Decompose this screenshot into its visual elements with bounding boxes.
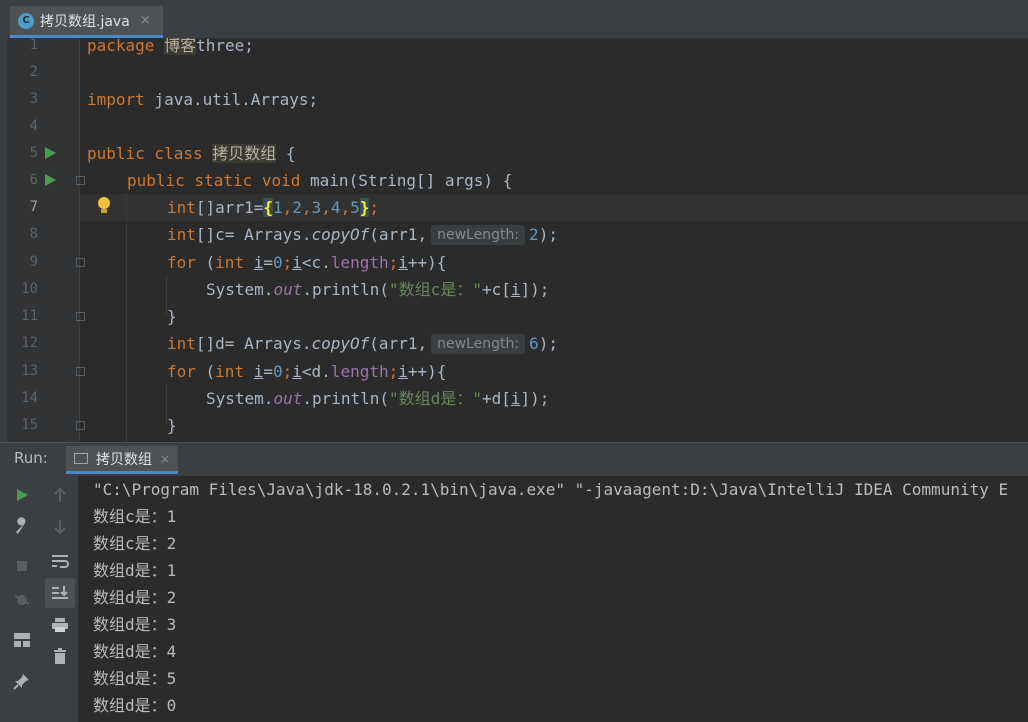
up-arrow-icon[interactable] (48, 483, 72, 507)
tab-close-icon[interactable]: × (140, 13, 151, 28)
run-icon[interactable] (45, 174, 56, 186)
code-line-1: package 博客three; (87, 38, 254, 55)
pin-icon[interactable] (10, 669, 34, 693)
code-line-14: System.out.println("数组d是："+d[i]); (206, 389, 550, 408)
code-line-13: for (int i=0;i<d.length;i++){ (167, 362, 447, 381)
run-label: Run: (14, 449, 48, 467)
line-number: 3 (29, 91, 38, 107)
parameter-hint: newLength: (431, 225, 526, 245)
code-line-8: int[]c= Arrays.copyOf(arr1, newLength: 2); (167, 225, 558, 245)
code-line-9: for (int i=0;i<c.length;i++){ (167, 253, 447, 272)
console-line: 数组d是：2 (93, 588, 177, 607)
code-line-11: } (167, 307, 177, 326)
line-number: 8 (29, 226, 38, 242)
console-output[interactable]: "C:\Program Files\Java\jdk-18.0.2.1\bin\… (78, 476, 1028, 722)
console-line: 数组d是：4 (93, 642, 177, 661)
run-toolbar-right (42, 476, 78, 722)
console-line: 数组d是：3 (93, 615, 177, 634)
line-number: 13 (21, 363, 38, 379)
console-line: 数组c是：1 (93, 507, 177, 526)
code-line-12: int[]d= Arrays.copyOf(arr1, newLength: 6); (167, 334, 558, 354)
line-number: 11 (21, 308, 38, 324)
line-number: 14 (21, 390, 38, 406)
run-tab[interactable]: 拷贝数组 × (66, 446, 179, 474)
code-line-5: public class 拷贝数组 { (87, 144, 296, 163)
console-line: 数组d是：0 (93, 696, 177, 715)
trash-icon[interactable] (48, 644, 72, 668)
line-number: 15 (21, 417, 38, 433)
line-number: 5 (29, 145, 38, 161)
console-line: 数组d是：5 (93, 669, 177, 688)
run-tab-close-icon[interactable]: × (160, 452, 170, 466)
line-number: 7 (29, 199, 38, 215)
line-number: 4 (29, 118, 38, 134)
code-line-3: import java.util.Arrays; (87, 90, 319, 109)
line-number: 2 (29, 64, 38, 80)
console-line: 数组c是：2 (93, 534, 177, 553)
layout-icon[interactable] (10, 628, 34, 652)
line-number: 9 (29, 254, 38, 270)
line-number: 10 (21, 281, 38, 297)
stop-icon[interactable] (10, 554, 34, 578)
indent-guide (126, 193, 127, 442)
code-line-7: int[]arr1={1,2,3,4,5}; (167, 198, 380, 217)
run-toolbar-left (0, 476, 43, 722)
print-icon[interactable] (48, 613, 72, 637)
run-icon[interactable] (45, 147, 56, 159)
code-line-15: } (167, 416, 177, 435)
code-line-6: public static void main(String[] args) { (127, 171, 513, 190)
line-number: 1 (29, 37, 38, 53)
line-number: 12 (21, 335, 38, 351)
run-tab-label: 拷贝数组 (96, 451, 152, 468)
soft-wrap-icon[interactable] (48, 549, 72, 573)
line-number: 6 (29, 172, 38, 188)
scroll-to-end-icon[interactable] (45, 578, 75, 608)
parameter-hint: newLength: (431, 334, 526, 354)
java-class-icon: C (18, 12, 34, 29)
console-line: "C:\Program Files\Java\jdk-18.0.2.1\bin\… (93, 480, 1009, 499)
debug-icon[interactable] (10, 587, 34, 611)
wrench-icon[interactable] (10, 514, 34, 538)
console-line: 数组d是：1 (93, 561, 177, 580)
code-editor[interactable]: package 博客three; import java.util.Arrays… (80, 38, 1028, 442)
rerun-icon[interactable] (10, 483, 34, 507)
console-tab-icon (74, 453, 88, 464)
code-line-10: System.out.println("数组c是："+c[i]); (206, 280, 550, 299)
down-arrow-icon[interactable] (48, 515, 72, 539)
editor-tab-label: 拷贝数组.java (40, 13, 130, 30)
